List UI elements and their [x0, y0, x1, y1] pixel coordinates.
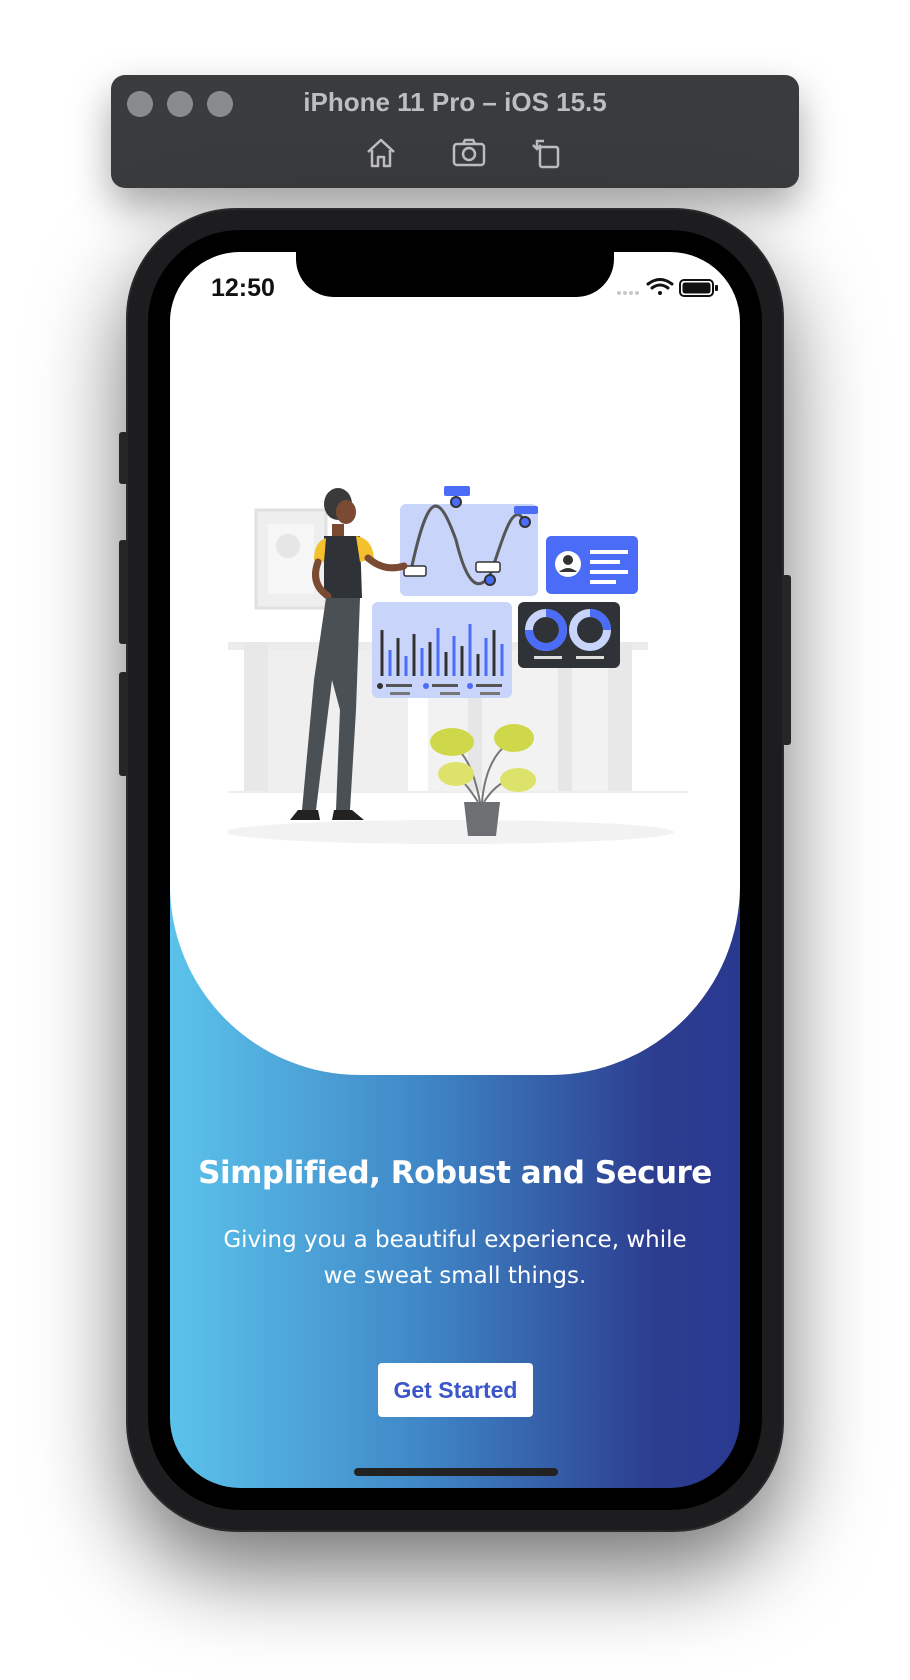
screenshot-icon[interactable] [451, 135, 487, 171]
onboarding-title: Simplified, Robust and Secure [198, 1155, 712, 1191]
volume-down-button [119, 672, 128, 776]
analytics-illustration [228, 486, 688, 844]
volume-up-button [119, 540, 128, 644]
home-icon[interactable] [363, 135, 399, 171]
side-button [782, 575, 791, 745]
simulator-toolbar [111, 135, 799, 171]
status-time: 12:50 [211, 274, 275, 302]
status-icons [617, 278, 718, 297]
rotate-icon[interactable] [529, 135, 565, 171]
onboarding-subtitle: Giving you a beautiful experience, while… [223, 1227, 687, 1289]
battery-icon [679, 279, 718, 297]
app-screen [170, 252, 740, 1488]
get-started-button[interactable]: Get Started [378, 1363, 533, 1417]
notch [296, 230, 614, 297]
wifi-icon [646, 278, 674, 295]
simulator-title-bar: iPhone 11 Pro – iOS 15.5 [111, 75, 799, 188]
home-indicator[interactable] [354, 1468, 558, 1476]
signal-icon [617, 291, 639, 295]
simulator-title: iPhone 11 Pro – iOS 15.5 [303, 87, 607, 117]
mute-switch [119, 432, 128, 484]
